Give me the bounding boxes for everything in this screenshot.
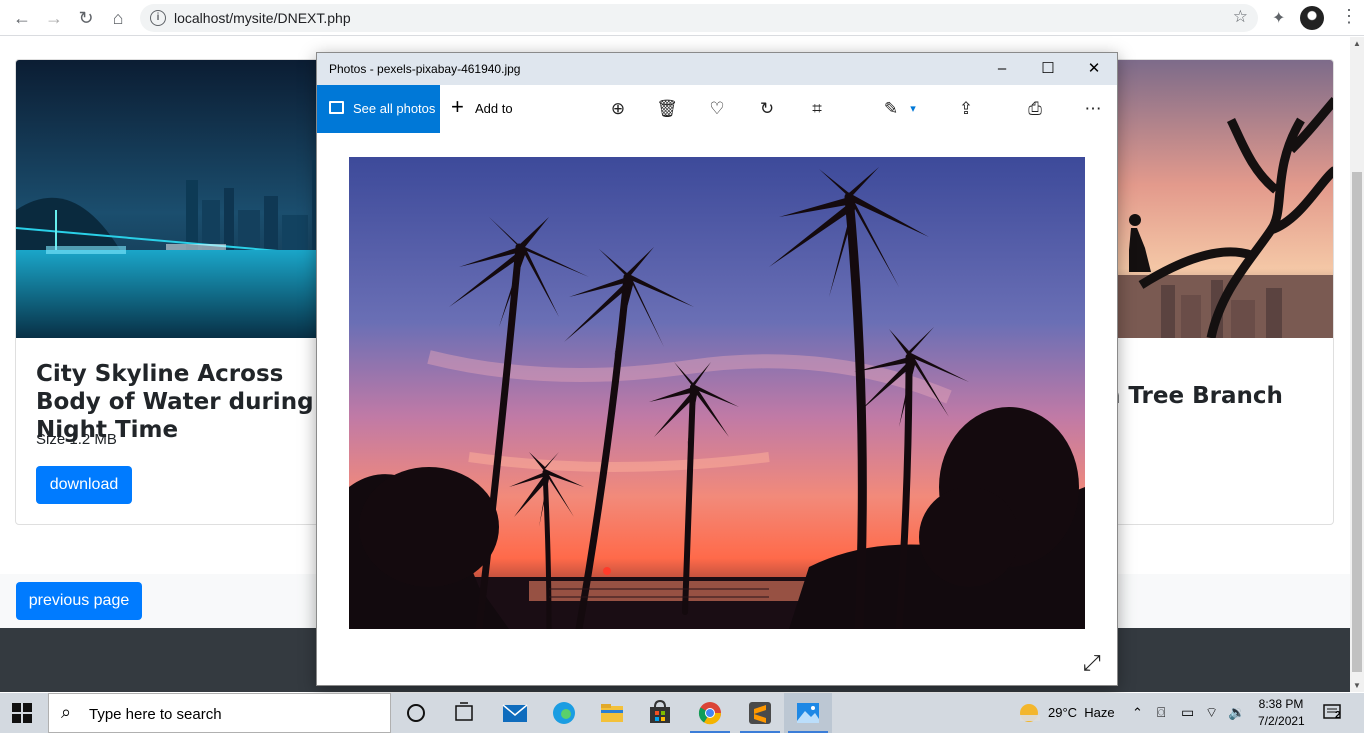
window-title: Photos - pexels-pixabay-461940.jpg bbox=[329, 62, 521, 76]
scroll-up-icon[interactable]: ▲ bbox=[1353, 39, 1361, 48]
chevron-down-icon[interactable]: ▾ bbox=[901, 97, 925, 121]
expand-icon[interactable]: ⤢ bbox=[1083, 650, 1101, 676]
date-text: 7/2/2021 bbox=[1258, 714, 1305, 728]
extensions-icon[interactable]: ✦ bbox=[1272, 8, 1285, 28]
avatar[interactable] bbox=[1300, 6, 1324, 30]
zoom-in-icon[interactable]: ⊕ bbox=[606, 97, 630, 121]
print-icon[interactable]: ⎙ bbox=[1023, 97, 1047, 121]
close-icon[interactable]: ✕ bbox=[1071, 57, 1117, 81]
forward-icon[interactable]: → bbox=[42, 6, 66, 30]
wifi-icon[interactable]: ⌔ bbox=[1205, 704, 1218, 744]
plus-icon: + bbox=[451, 94, 464, 119]
clock[interactable]: 8:38 PM 7/2/2021 bbox=[1258, 696, 1305, 730]
battery-icon[interactable]: ▭ bbox=[1181, 704, 1194, 744]
url-text[interactable]: localhost/mysite/DNEXT.php bbox=[174, 10, 351, 26]
home-icon[interactable]: ⌂ bbox=[106, 6, 130, 30]
weather-text: 29°C Haze bbox=[1048, 705, 1115, 720]
image-card: City Skyline Across Body of Water during… bbox=[15, 59, 335, 525]
crop-icon[interactable]: ⌗ bbox=[805, 97, 829, 121]
notification-count: 2 bbox=[1335, 710, 1341, 721]
mail-icon[interactable] bbox=[490, 693, 538, 733]
maximize-icon[interactable]: ☐ bbox=[1025, 57, 1071, 81]
sublime-text-icon[interactable] bbox=[736, 693, 784, 733]
minimize-icon[interactable]: – bbox=[979, 57, 1025, 81]
address-bar[interactable]: i localhost/mysite/DNEXT.php ☆ bbox=[140, 4, 1258, 32]
previous-page-button[interactable]: previous page bbox=[16, 582, 142, 620]
photos-toolbar: See all photos + Add to ⊕ 🗑 ♡ ↻ ⌗ ✎ ▾ ⇪ … bbox=[317, 85, 1117, 133]
search-placeholder: Type here to search bbox=[89, 706, 222, 723]
weather-widget[interactable]: 29°C Haze bbox=[1018, 693, 1118, 733]
search-icon: ⌕ bbox=[61, 702, 72, 722]
edit-icon[interactable]: ✎ bbox=[879, 97, 903, 121]
chevron-up-icon[interactable]: ⌃ bbox=[1132, 705, 1146, 745]
meet-now-icon[interactable]: ⌼ bbox=[1157, 704, 1165, 744]
page-scrollbar[interactable]: ▲ ▼ bbox=[1350, 37, 1364, 692]
tree-branch-image[interactable] bbox=[1101, 60, 1333, 339]
browser-menu-icon[interactable]: ⋮ bbox=[1340, 6, 1358, 27]
photos-app-icon[interactable] bbox=[784, 693, 832, 733]
rotate-icon[interactable]: ↻ bbox=[755, 97, 779, 121]
share-icon[interactable]: ⇪ bbox=[954, 97, 978, 121]
store-icon[interactable] bbox=[636, 693, 684, 733]
task-view-icon[interactable] bbox=[440, 693, 488, 733]
volume-icon[interactable]: 🔉 bbox=[1228, 704, 1245, 744]
image-card: n Tree Branch bbox=[1100, 59, 1334, 525]
time-text: 8:38 PM bbox=[1258, 697, 1304, 711]
photos-app-window: Photos - pexels-pixabay-461940.jpg – ☐ ✕… bbox=[316, 52, 1118, 686]
taskbar: ⌕ Type here to search 29°C Haze ⌃ ⌼ ▭ ⌔ … bbox=[0, 693, 1364, 733]
cortana-icon[interactable] bbox=[392, 693, 440, 733]
card-size: Size 1.2 MB bbox=[36, 431, 117, 448]
see-all-label: See all photos bbox=[353, 101, 436, 116]
title-bar[interactable]: Photos - pexels-pixabay-461940.jpg – ☐ ✕ bbox=[317, 53, 1117, 85]
photo-view[interactable] bbox=[349, 157, 1085, 629]
taskbar-search[interactable]: ⌕ Type here to search bbox=[48, 693, 391, 733]
chrome-icon[interactable] bbox=[686, 693, 734, 733]
file-explorer-icon[interactable] bbox=[588, 693, 636, 733]
back-icon[interactable]: ← bbox=[10, 6, 34, 30]
scroll-down-icon[interactable]: ▼ bbox=[1353, 681, 1361, 690]
delete-icon[interactable]: 🗑 bbox=[655, 97, 679, 121]
info-icon[interactable]: i bbox=[150, 10, 166, 26]
see-all-photos-button[interactable]: See all photos bbox=[317, 85, 440, 133]
browser-toolbar: ← → ↻ ⌂ i localhost/mysite/DNEXT.php ☆ ✦… bbox=[0, 0, 1364, 36]
city-skyline-image[interactable] bbox=[16, 60, 334, 338]
more-icon[interactable]: ⋯ bbox=[1081, 97, 1105, 121]
windows-start-icon[interactable] bbox=[12, 703, 32, 723]
reload-icon[interactable]: ↻ bbox=[74, 6, 98, 30]
edge-icon[interactable] bbox=[540, 693, 588, 733]
card-title: n Tree Branch bbox=[1104, 383, 1283, 409]
bookmark-star-icon[interactable]: ☆ bbox=[1233, 7, 1248, 27]
photo-icon bbox=[329, 101, 344, 114]
add-to-label: Add to bbox=[475, 101, 513, 116]
scrollbar-thumb[interactable] bbox=[1352, 172, 1362, 672]
heart-icon[interactable]: ♡ bbox=[705, 97, 729, 121]
download-button[interactable]: download bbox=[36, 466, 132, 504]
